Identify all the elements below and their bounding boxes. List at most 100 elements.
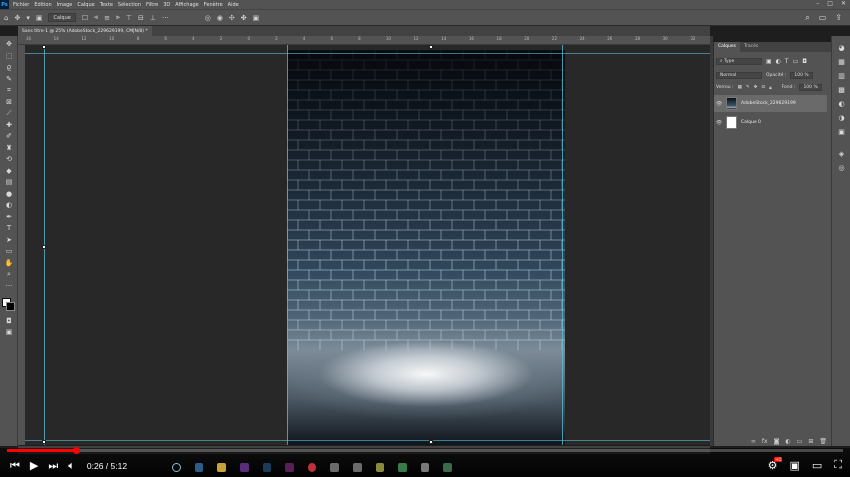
layer-name[interactable]: Calque 0 xyxy=(741,120,761,125)
3d-slide-icon[interactable]: ✤ xyxy=(241,14,247,22)
guide-horizontal[interactable] xyxy=(25,440,710,441)
3d-orbit-icon[interactable]: ◎ xyxy=(205,14,211,22)
new-group-icon[interactable]: ▭ xyxy=(797,438,803,445)
screen-mode-icon[interactable]: ▣ xyxy=(3,327,15,337)
chevron-down-icon[interactable]: ▾ xyxy=(26,14,30,22)
transform-handle[interactable] xyxy=(429,45,433,49)
taskbar-app-icon[interactable] xyxy=(352,462,362,472)
swatches-panel-icon[interactable]: ▦ xyxy=(836,58,847,66)
align-left-icon[interactable]: ⫷ xyxy=(94,13,98,22)
tab-calques[interactable]: Calques xyxy=(714,42,740,52)
layer-row[interactable]: 👁︎ AdobeStock_229629199 xyxy=(714,95,827,112)
maximize-button[interactable]: □ xyxy=(827,0,833,7)
hand-icon[interactable]: ✋ xyxy=(3,258,15,268)
document-tab[interactable]: Sans titre-1 @ 25% (AdobeStock_229629199… xyxy=(18,26,152,36)
align-right-icon[interactable]: ⫸ xyxy=(116,13,120,22)
menu-3d[interactable]: 3D xyxy=(163,2,170,8)
transform-handle[interactable] xyxy=(42,245,46,249)
layer-row[interactable]: 👁︎ Calque 0 xyxy=(714,114,827,131)
layer-style-icon[interactable]: fx xyxy=(762,438,768,445)
close-button[interactable]: ✕ xyxy=(841,0,846,7)
gradients-panel-icon[interactable]: ▥ xyxy=(836,72,847,80)
shape-icon[interactable]: ▭ xyxy=(3,246,15,256)
3d-camera-icon[interactable]: ▣ xyxy=(253,14,260,22)
menu-selection[interactable]: Sélection xyxy=(118,2,141,8)
eye-icon[interactable]: 👁︎ xyxy=(714,120,724,126)
properties-panel-icon[interactable]: ◐ xyxy=(836,100,847,108)
minimize-button[interactable]: – xyxy=(816,0,819,7)
eye-icon[interactable]: 👁︎ xyxy=(714,101,724,107)
auto-select-target-dropdown[interactable]: Calque xyxy=(48,13,76,22)
menu-edition[interactable]: Edition xyxy=(34,2,51,8)
canvas-area[interactable] xyxy=(25,45,710,445)
previous-icon[interactable]: ⏮ xyxy=(10,459,20,473)
menu-fichier[interactable]: Fichier xyxy=(13,2,29,8)
quick-mask-icon[interactable]: ◘ xyxy=(3,316,15,326)
adjustment-layer-icon[interactable]: ◐ xyxy=(785,438,790,445)
search-icon[interactable]: ⌕ xyxy=(805,13,809,23)
marquee-icon[interactable]: ⬚ xyxy=(3,51,15,61)
menu-aide[interactable]: Aide xyxy=(228,2,239,8)
more-options-icon[interactable]: ··· xyxy=(162,14,169,22)
lock-pixels-icon[interactable]: ▦ xyxy=(738,85,742,90)
path-select-icon[interactable]: ➤ xyxy=(3,235,15,245)
blend-mode-dropdown[interactable]: Normal xyxy=(716,72,762,79)
auto-select-checkbox[interactable]: ▣ xyxy=(36,14,43,22)
background-color-swatch[interactable] xyxy=(6,302,15,311)
transform-handle[interactable] xyxy=(42,45,46,49)
more-icon[interactable]: ··· xyxy=(3,281,15,291)
home-icon[interactable]: ⌂ xyxy=(4,14,8,22)
share-icon[interactable]: ⇪ xyxy=(835,13,842,23)
layer-filter-dropdown[interactable]: ⌕ Type xyxy=(716,58,762,65)
patterns-panel-icon[interactable]: ▩ xyxy=(836,86,847,94)
gradient-icon[interactable]: ▤ xyxy=(3,177,15,187)
taskbar-app-icon[interactable] xyxy=(307,462,317,472)
taskbar-app-icon[interactable] xyxy=(443,462,453,472)
delete-layer-icon[interactable]: 🗑︎ xyxy=(819,438,827,445)
taskbar-app-icon[interactable] xyxy=(375,462,385,472)
3d-pan-icon[interactable]: ✣ xyxy=(229,14,235,22)
layers-panel-icon[interactable]: ◈ xyxy=(836,150,847,158)
history-brush-icon[interactable]: ⟲ xyxy=(3,154,15,164)
fullscreen-icon[interactable]: ⛶ xyxy=(834,458,842,472)
align-center-icon[interactable]: ≡ xyxy=(104,14,110,22)
crop-icon[interactable]: ⌗ xyxy=(3,85,15,95)
theater-mode-icon[interactable]: ▭ xyxy=(812,459,822,472)
tab-traces[interactable]: Tracés xyxy=(740,42,762,52)
taskbar-photoshop-icon[interactable] xyxy=(262,462,272,472)
menu-image[interactable]: Image xyxy=(57,2,73,8)
filter-shape-icon[interactable]: ▭ xyxy=(793,58,799,65)
taskbar-illustrator-icon[interactable] xyxy=(239,462,249,472)
guide-horizontal[interactable] xyxy=(25,53,710,54)
blur-icon[interactable]: ● xyxy=(3,189,15,199)
move-tool-icon[interactable]: ✥ xyxy=(14,14,20,22)
menu-filtre[interactable]: Filtre xyxy=(146,2,158,8)
lock-move-icon[interactable]: ✥ xyxy=(754,85,758,90)
next-icon[interactable]: ⏭ xyxy=(48,459,58,473)
layer-name[interactable]: AdobeStock_229629199 xyxy=(741,101,796,106)
menu-calque[interactable]: Calque xyxy=(77,2,94,8)
progress-bar[interactable] xyxy=(7,447,843,454)
zoom-icon[interactable]: ⌕ xyxy=(3,269,15,279)
taskbar-cortana-icon[interactable] xyxy=(172,462,181,472)
type-icon[interactable]: T xyxy=(3,223,15,233)
align-middle-icon[interactable]: ⊟ xyxy=(138,14,144,22)
miniplayer-icon[interactable]: ▣ xyxy=(789,459,799,472)
quick-select-icon[interactable]: ✎ xyxy=(3,74,15,84)
libraries-panel-icon[interactable]: ▣ xyxy=(836,128,847,136)
filter-pixel-icon[interactable]: ▣ xyxy=(766,58,772,65)
filter-smart-icon[interactable]: ◘ xyxy=(802,58,807,65)
guide-vertical[interactable] xyxy=(562,45,563,445)
document-canvas[interactable] xyxy=(287,50,565,445)
menu-texte[interactable]: Texte xyxy=(100,2,113,8)
color-panel-icon[interactable]: ◕ xyxy=(836,44,847,52)
taskbar-app-icon[interactable] xyxy=(420,462,430,472)
workspace-icon[interactable]: ▭ xyxy=(819,13,827,23)
transform-handle[interactable] xyxy=(42,440,46,444)
dodge-icon[interactable]: ◐ xyxy=(3,200,15,210)
new-layer-icon[interactable]: ⊞ xyxy=(808,438,813,445)
add-mask-icon[interactable]: ◙ xyxy=(774,438,780,445)
eraser-icon[interactable]: ◆ xyxy=(3,166,15,176)
transform-handle[interactable] xyxy=(429,440,433,444)
link-layers-icon[interactable]: ∞ xyxy=(751,438,756,445)
